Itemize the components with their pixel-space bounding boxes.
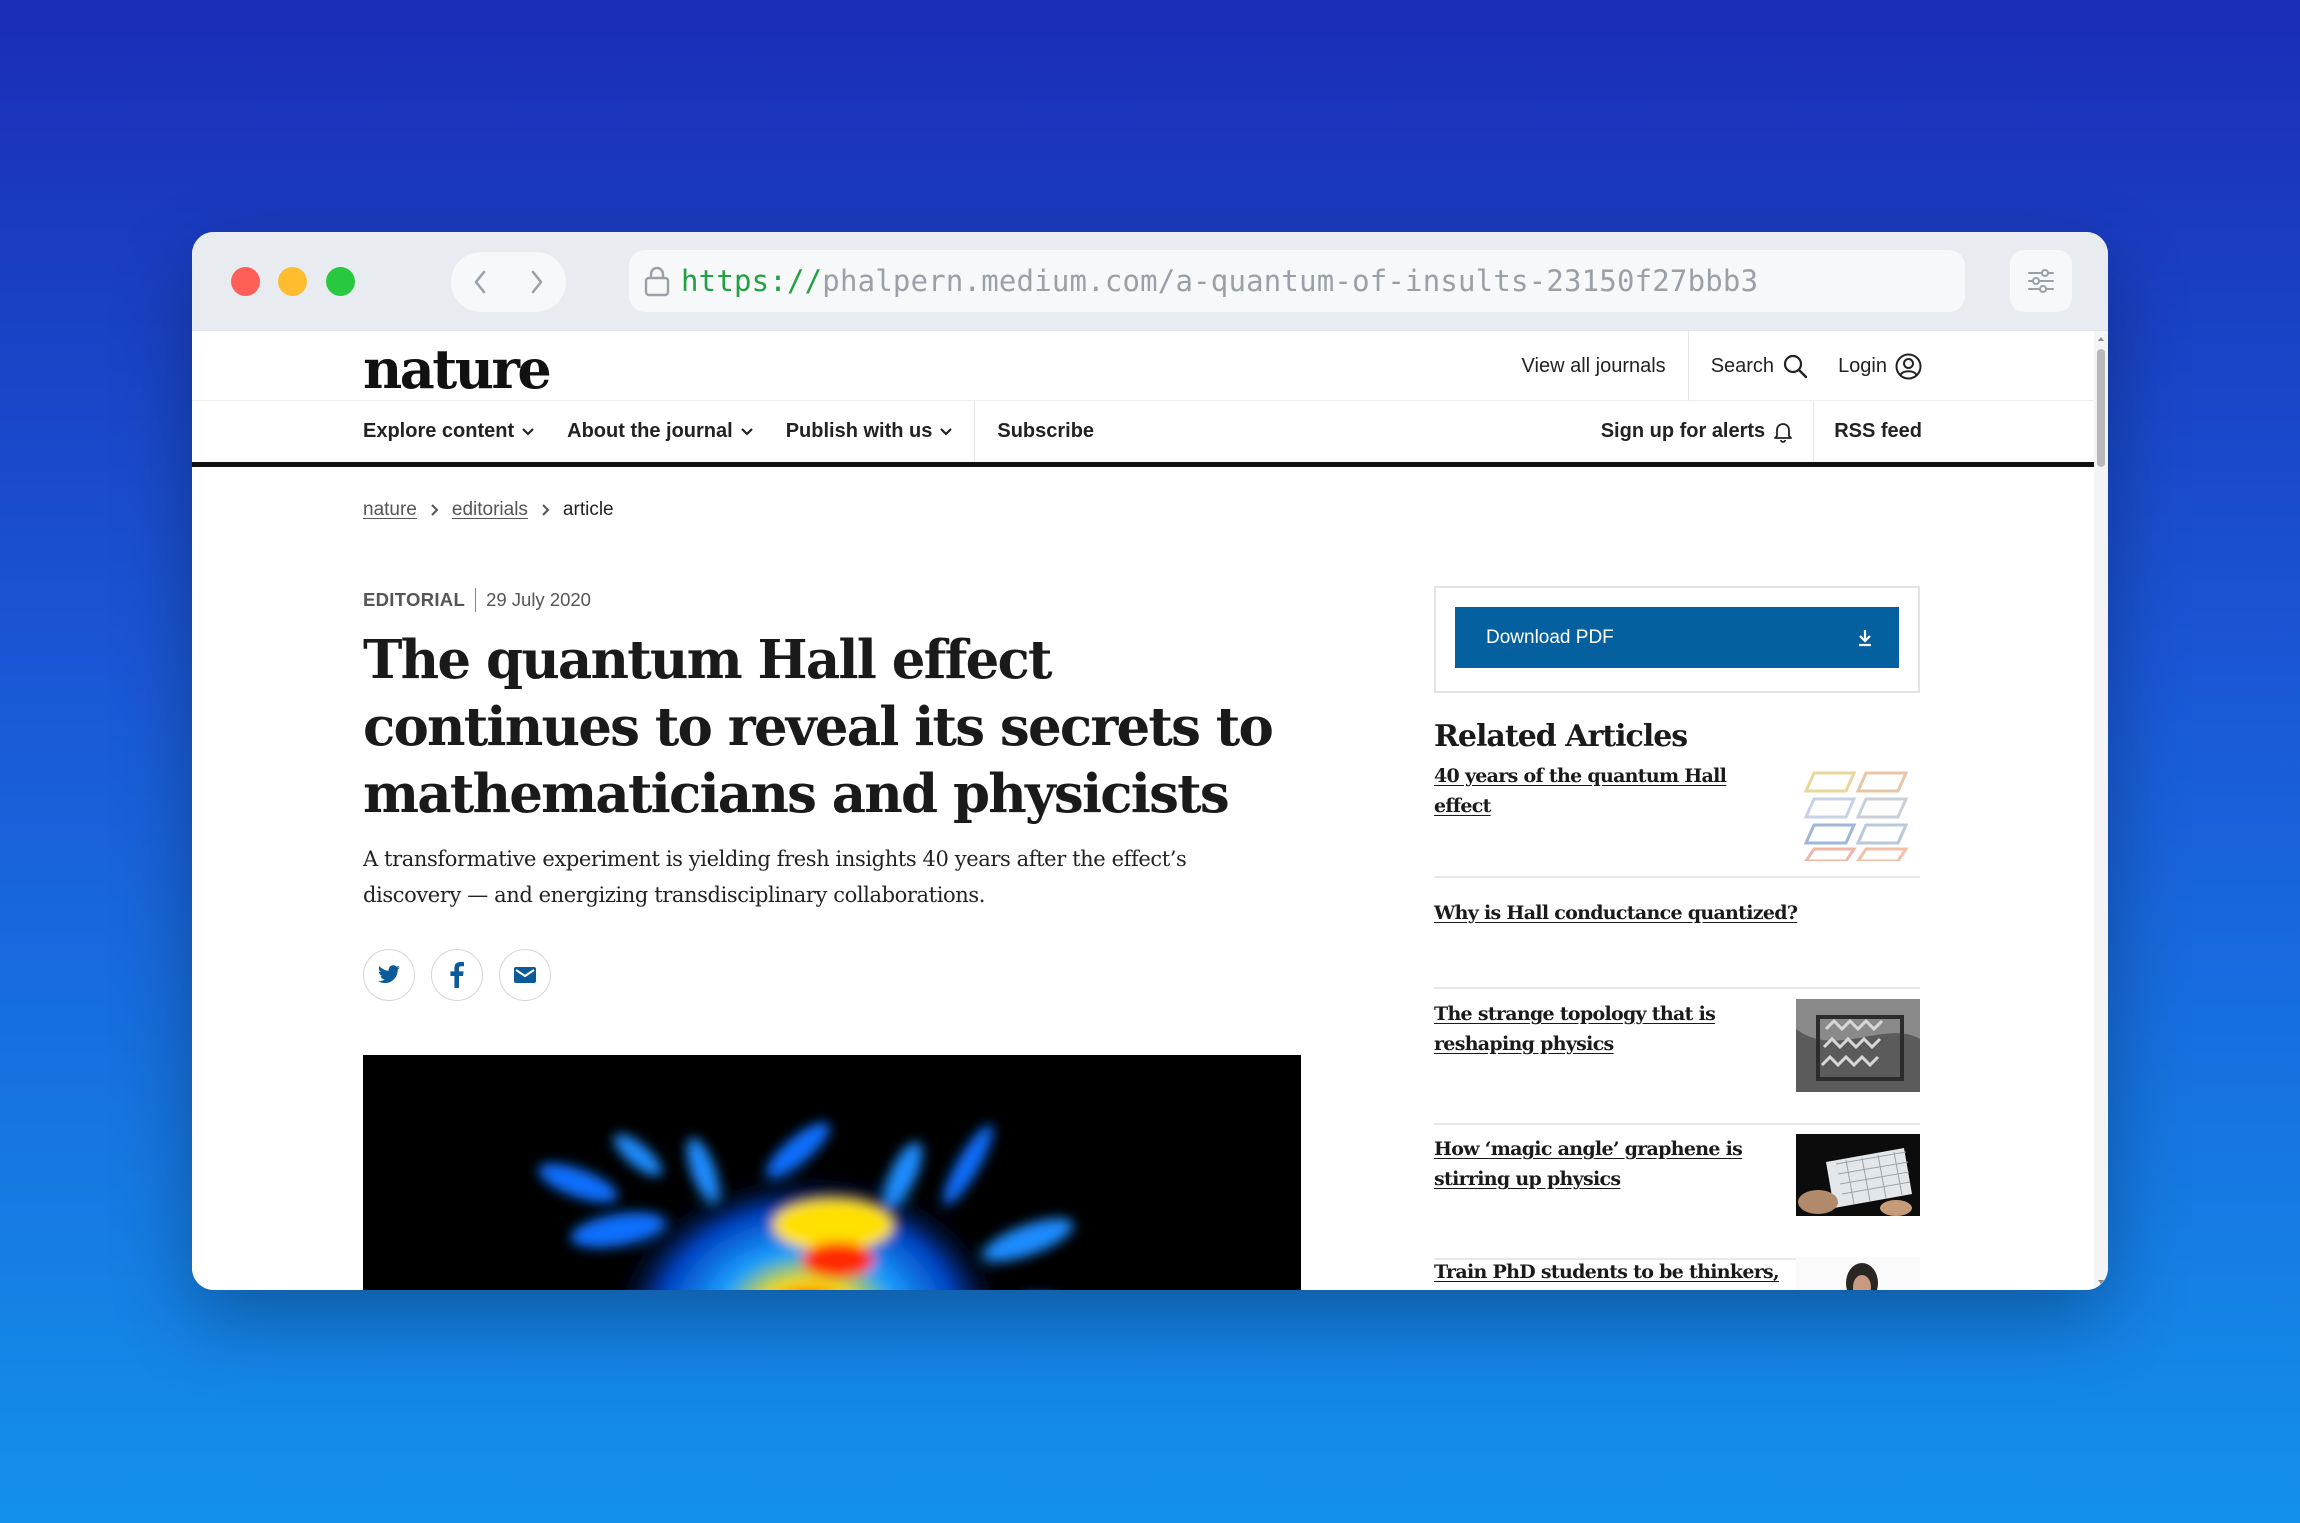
search-link[interactable]: Search (1711, 353, 1808, 379)
related-article-link[interactable]: 40 years of the quantum Hall effect (1434, 761, 1774, 821)
related-article-item: Train PhD students to be thinkers, not (1434, 1257, 1920, 1290)
login-label: Login (1838, 354, 1887, 377)
share-twitter-button[interactable] (363, 949, 415, 1001)
site-header: nature View all journals Search Login (192, 331, 2094, 401)
explore-content-menu[interactable]: Explore content (363, 420, 534, 443)
related-article-link[interactable]: Train PhD students to be thinkers, not (1434, 1257, 1794, 1290)
related-article-item: How ‘magic angle’ graphene is stirring u… (1434, 1134, 1920, 1260)
user-icon (1895, 353, 1922, 379)
share-email-button[interactable] (499, 949, 551, 1001)
page-content: nature View all journals Search Login Ex… (192, 331, 2094, 1290)
share-facebook-button[interactable] (431, 949, 483, 1001)
explore-content-label: Explore content (363, 420, 515, 442)
chevron-down-icon (740, 427, 753, 436)
browser-window: https://phalpern.medium.com/a-quantum-of… (192, 232, 2108, 1290)
breadcrumb-nature[interactable]: nature (363, 499, 417, 521)
header-links: View all journals Search Login (1522, 331, 1922, 401)
nature-logo[interactable]: nature (363, 337, 552, 401)
divider (1687, 331, 1689, 401)
share-buttons (363, 949, 551, 1001)
related-article-item: Why is Hall conductance quantized? (1434, 898, 1920, 989)
about-journal-menu[interactable]: About the journal (567, 420, 753, 443)
chevron-right-icon (541, 503, 550, 517)
publish-with-us-menu[interactable]: Publish with us (786, 420, 953, 443)
download-pdf-label: Download PDF (1486, 626, 1614, 648)
main-nav: Explore content About the journal Publis… (192, 401, 2094, 467)
related-articles-heading: Related Articles (1434, 719, 1688, 754)
article-title: The quantum Hall effect continues to rev… (363, 629, 1274, 825)
rss-feed-link[interactable]: RSS feed (1834, 420, 1922, 443)
scroll-down-arrow[interactable] (2098, 1280, 2104, 1284)
forward-button[interactable] (509, 252, 567, 312)
chevron-down-icon (940, 427, 953, 436)
url-path: phalpern.medium.com/a-quantum-of-insults… (822, 264, 1759, 298)
publish-with-us-label: Publish with us (785, 420, 933, 442)
breadcrumb: nature editorials article (363, 499, 614, 521)
close-window-button[interactable] (231, 267, 260, 296)
back-button[interactable] (451, 252, 509, 312)
sign-up-alerts-label: Sign up for alerts (1600, 420, 1766, 442)
subscribe-link[interactable]: Subscribe (997, 420, 1094, 443)
hero-image (363, 1055, 1301, 1290)
url-scheme: https:// (681, 264, 823, 298)
search-label: Search (1710, 354, 1775, 377)
twitter-icon (378, 965, 400, 984)
download-icon (1859, 629, 1871, 646)
maximize-window-button[interactable] (326, 267, 355, 296)
sign-up-alerts-link[interactable]: Sign up for alerts (1601, 420, 1793, 443)
minimize-window-button[interactable] (278, 267, 307, 296)
related-article-thumbnail (1796, 1257, 1920, 1290)
chevron-left-icon (474, 270, 486, 294)
related-article-link[interactable]: How ‘magic angle’ graphene is stirring u… (1434, 1134, 1794, 1194)
divider (1813, 401, 1815, 462)
related-article-item: 40 years of the quantum Hall effect (1434, 761, 1920, 878)
vertical-scrollbar[interactable] (2094, 331, 2108, 1290)
breadcrumb-editorials[interactable]: editorials (452, 499, 528, 521)
about-journal-label: About the journal (567, 420, 733, 442)
sliders-icon (2028, 269, 2054, 293)
related-article-thumbnail (1796, 999, 1920, 1097)
main-nav-left: Explore content About the journal Publis… (363, 401, 1127, 462)
related-article-item: The strange topology that is reshaping p… (1434, 999, 1920, 1125)
scrollbar-thumb[interactable] (2097, 349, 2105, 467)
download-pdf-button[interactable]: Download PDF (1455, 607, 1899, 668)
address-bar[interactable]: https://phalpern.medium.com/a-quantum-of… (629, 250, 1965, 312)
article-type: EDITORIAL (363, 589, 466, 610)
breadcrumb-current: article (562, 499, 614, 520)
search-icon (1783, 354, 1808, 379)
main-nav-right: Sign up for alerts RSS feed (1601, 401, 1922, 462)
related-article-thumbnail (1796, 1134, 1920, 1221)
scroll-up-arrow[interactable] (2098, 337, 2104, 341)
settings-button[interactable] (2010, 250, 2072, 312)
article-date: 29 July 2020 (486, 589, 591, 610)
facebook-icon (450, 962, 464, 988)
bell-icon (1774, 422, 1793, 443)
history-nav (451, 252, 566, 312)
chevron-right-icon (430, 503, 439, 517)
lock-icon (643, 265, 671, 297)
download-pdf-box: Download PDF (1434, 586, 1920, 693)
browser-toolbar: https://phalpern.medium.com/a-quantum-of… (192, 232, 2108, 331)
related-article-link[interactable]: The strange topology that is reshaping p… (1434, 999, 1734, 1059)
related-article-thumbnail (1796, 761, 1920, 866)
view-all-journals-link[interactable]: View all journals (1522, 355, 1666, 378)
article-standfirst: A transformative experiment is yielding … (363, 847, 1187, 907)
url-text: https://phalpern.medium.com/a-quantum-of… (681, 264, 1758, 298)
divider (475, 588, 477, 612)
related-article-link[interactable]: Why is Hall conductance quantized? (1434, 898, 1920, 928)
article-meta: EDITORIAL 29 July 2020 (363, 588, 591, 612)
login-link[interactable]: Login (1838, 353, 1922, 380)
chevron-right-icon (531, 270, 543, 294)
divider (974, 401, 976, 462)
chevron-down-icon (522, 427, 534, 436)
email-icon (514, 967, 536, 983)
